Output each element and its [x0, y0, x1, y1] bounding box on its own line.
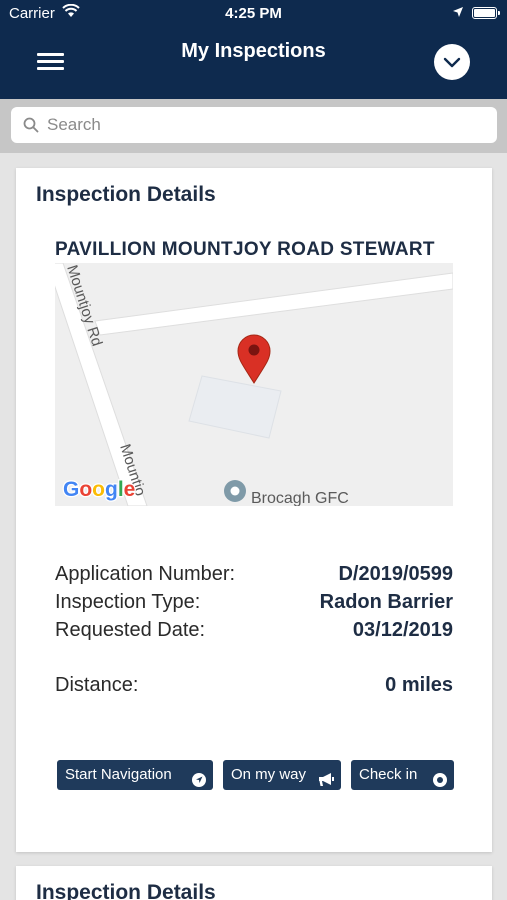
- on-my-way-label: On my way: [231, 766, 307, 783]
- start-navigation-label: Start Navigation: [65, 766, 172, 783]
- distance-value: 0 miles: [385, 674, 453, 696]
- search-bar: [0, 99, 507, 153]
- megaphone-icon: [318, 768, 334, 798]
- search-box: [11, 107, 497, 143]
- inspection-type-value: Radon Barrier: [319, 591, 453, 613]
- application-number-value: D/2019/0599: [338, 563, 453, 585]
- search-input[interactable]: [47, 107, 487, 143]
- compass-icon: [192, 768, 206, 798]
- status-bar: Carrier 4:25 PM: [0, 0, 507, 26]
- chevron-down-icon[interactable]: [434, 44, 470, 80]
- target-icon: [433, 768, 447, 798]
- check-in-button[interactable]: Check in: [351, 760, 454, 790]
- distance-label: Distance:: [55, 674, 139, 696]
- page-title: My Inspections: [181, 40, 326, 62]
- poi-pin-icon: [224, 480, 246, 502]
- requested-date-value: 03/12/2019: [352, 619, 453, 641]
- on-my-way-button[interactable]: On my way: [223, 760, 341, 790]
- status-time: 4:25 PM: [225, 5, 282, 22]
- check-in-label: Check in: [359, 766, 418, 783]
- card-title: Inspection Details: [36, 881, 216, 900]
- location-map[interactable]: Mountjoy Rd Mountjo Brocagh GFC Google: [55, 263, 453, 506]
- inspection-card[interactable]: Inspection Details: [16, 866, 492, 900]
- poi-label: Brocagh GFC: [251, 490, 349, 506]
- application-number-label: Application Number:: [55, 563, 236, 585]
- google-logo: Google: [63, 478, 135, 501]
- inspection-address: PAVILLION MOUNTJOY ROAD STEWART: [55, 239, 435, 260]
- search-icon: [23, 117, 39, 138]
- inspection-card[interactable]: Inspection Details PAVILLION MOUNTJOY RO…: [16, 168, 492, 852]
- inspection-type-label: Inspection Type:: [55, 591, 201, 613]
- app-header: Carrier 4:25 PM My Inspections: [0, 0, 507, 99]
- battery-icon: [472, 7, 500, 19]
- start-navigation-button[interactable]: Start Navigation: [57, 760, 213, 790]
- location-arrow-icon: [452, 5, 464, 22]
- requested-date-label: Requested Date:: [55, 619, 206, 641]
- card-title: Inspection Details: [36, 183, 216, 206]
